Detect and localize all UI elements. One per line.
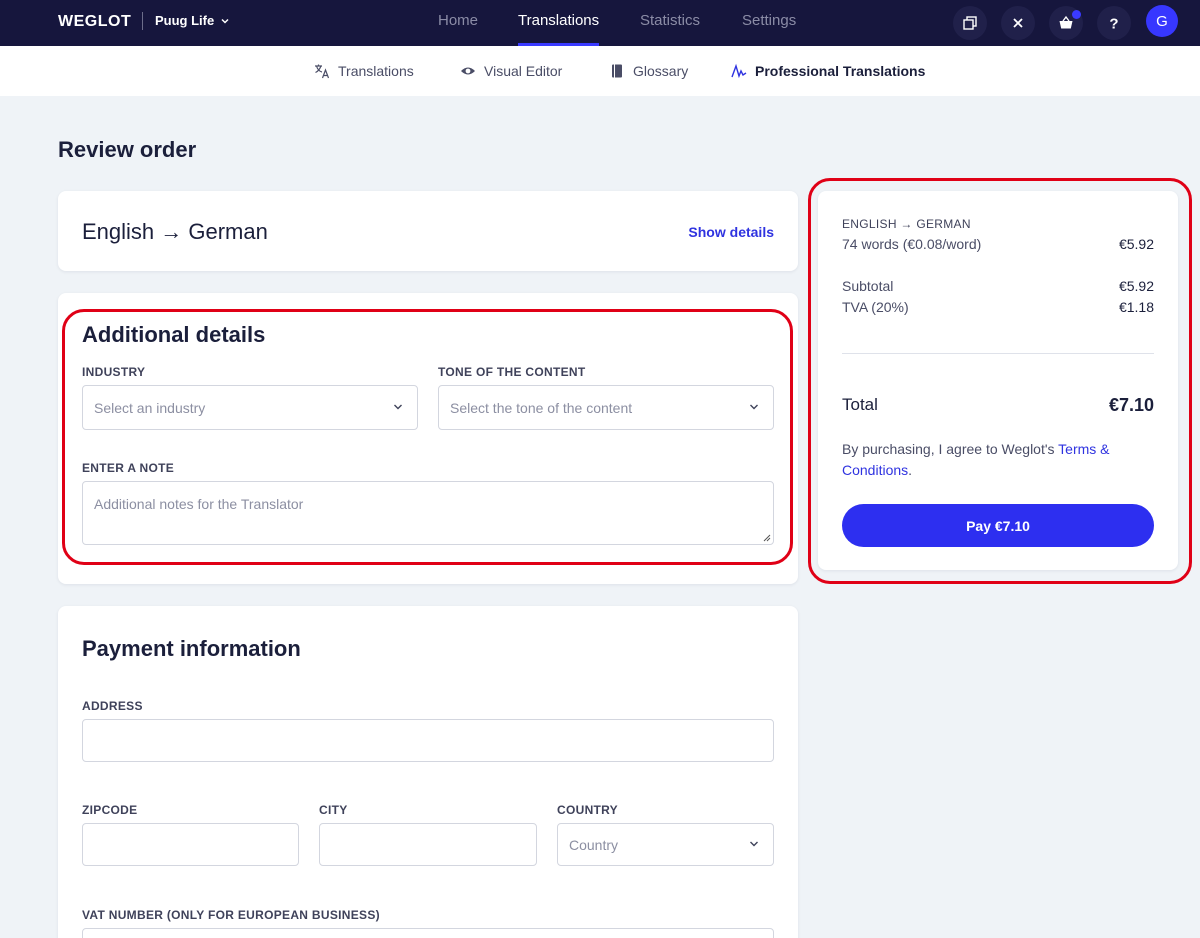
subtotal-value: €5.92: [1118, 278, 1154, 294]
additional-details-card: Additional details INDUSTRY Select an in…: [58, 293, 798, 584]
eye-icon: [461, 67, 475, 75]
translate-icon: [315, 64, 330, 79]
copy-button[interactable]: [953, 6, 987, 40]
nav-translations[interactable]: Translations: [518, 0, 600, 46]
summary-total-row: Total €7.10: [842, 395, 1154, 416]
chevron-down-icon: [750, 841, 758, 847]
payment-information-card: Payment information ADDRESS ZIPCODE CITY…: [58, 606, 798, 938]
resize-handle-icon[interactable]: [763, 534, 771, 542]
chevron-down-icon: [221, 18, 229, 24]
notification-badge: [1072, 10, 1081, 19]
nav-statistics[interactable]: Statistics: [640, 0, 700, 46]
show-details-link[interactable]: Show details: [688, 224, 774, 240]
project-selector[interactable]: Puug Life: [155, 13, 230, 28]
summary-words-row: 74 words (€0.08/word) €5.92: [842, 236, 1154, 252]
words-label: 74 words (€0.08/word): [842, 236, 982, 252]
subnav-professional-translations[interactable]: Professional Translations: [731, 63, 925, 79]
chevron-down-icon: [394, 404, 402, 410]
help-icon: ?: [1109, 16, 1118, 32]
country-placeholder: Country: [569, 837, 619, 853]
vat-label: VAT NUMBER (ONLY FOR EUROPEAN BUSINESS): [82, 908, 380, 922]
note-placeholder: Additional notes for the Translator: [94, 496, 304, 512]
subnav-visual-editor[interactable]: Visual Editor: [460, 63, 562, 79]
terms-suffix: .: [908, 462, 913, 478]
summary-tax-row: TVA (20%) €1.18: [842, 299, 1154, 315]
help-button[interactable]: ?: [1097, 6, 1131, 40]
note-label: ENTER A NOTE: [82, 461, 175, 475]
tone-placeholder: Select the tone of the content: [450, 400, 633, 416]
terms-notice: By purchasing, I agree to Weglot's Terms…: [842, 439, 1154, 481]
subnav-translations[interactable]: Translations: [314, 63, 414, 79]
zipcode-label: ZIPCODE: [82, 803, 138, 817]
additional-details-title: Additional details: [82, 322, 266, 347]
subnav-glossary[interactable]: Glossary: [609, 63, 688, 79]
zipcode-input[interactable]: [82, 823, 299, 866]
subnav-label: Translations: [338, 63, 414, 79]
country-label: COUNTRY: [557, 803, 618, 817]
svg-text:?: ?: [1109, 16, 1118, 32]
close-icon: [1013, 18, 1023, 28]
pay-button[interactable]: Pay €7.10: [842, 504, 1154, 547]
book-icon: [612, 64, 622, 78]
divider: [142, 12, 143, 30]
summary-language-pair: ENGLISH → GERMAN: [842, 217, 971, 231]
basket-icon: [1059, 15, 1073, 29]
page-title: Review order: [58, 137, 197, 162]
subnav-label: Glossary: [633, 63, 689, 79]
terms-prefix: By purchasing, I agree to Weglot's: [842, 441, 1059, 457]
nav-home[interactable]: Home: [438, 0, 478, 46]
user-avatar[interactable]: G: [1146, 5, 1178, 37]
city-input[interactable]: [319, 823, 537, 866]
basket-button[interactable]: [1049, 6, 1083, 40]
industry-select[interactable]: Select an industry: [82, 385, 418, 430]
tone-label: TONE OF THE CONTENT: [438, 365, 586, 379]
total-label: Total: [842, 395, 878, 414]
subtotal-label: Subtotal: [842, 278, 894, 294]
address-label: ADDRESS: [82, 699, 143, 713]
tax-value: €1.18: [1118, 299, 1154, 315]
subnav-label: Professional Translations: [755, 63, 926, 79]
city-label: CITY: [319, 803, 348, 817]
payment-information-title: Payment information: [82, 636, 301, 661]
vat-input[interactable]: [82, 928, 774, 938]
close-button[interactable]: [1001, 6, 1035, 40]
note-textarea[interactable]: Additional notes for the Translator: [82, 481, 774, 545]
address-input[interactable]: [82, 719, 774, 762]
industry-label: INDUSTRY: [82, 365, 146, 379]
project-name: Puug Life: [155, 13, 215, 28]
industry-placeholder: Select an industry: [94, 400, 206, 416]
country-select[interactable]: Country: [557, 823, 774, 866]
divider: [842, 353, 1154, 354]
tax-label: TVA (20%): [842, 299, 909, 315]
sub-nav: Translations Visual Editor Glossary Prof…: [0, 46, 1200, 96]
words-value: €5.92: [1118, 236, 1154, 252]
subnav-label: Visual Editor: [484, 63, 563, 79]
copy-icon: [963, 16, 977, 30]
tone-select[interactable]: Select the tone of the content: [438, 385, 774, 430]
weglot-logo[interactable]: WEGLOT: [58, 13, 131, 31]
total-value: €7.10: [1108, 395, 1154, 415]
summary-subtotal-row: Subtotal €5.92: [842, 278, 1154, 294]
order-summary-card: ENGLISH → GERMAN 74 words (€0.08/word) €…: [818, 191, 1178, 570]
top-bar: WEGLOT Puug Life Home Translations Stati…: [0, 0, 1200, 46]
language-pair-title: English → German: [82, 219, 268, 244]
chevron-down-icon: [750, 404, 758, 410]
signature-icon: [731, 63, 747, 79]
nav-settings[interactable]: Settings: [742, 0, 796, 46]
language-pair-card: English → German Show details: [58, 191, 798, 271]
